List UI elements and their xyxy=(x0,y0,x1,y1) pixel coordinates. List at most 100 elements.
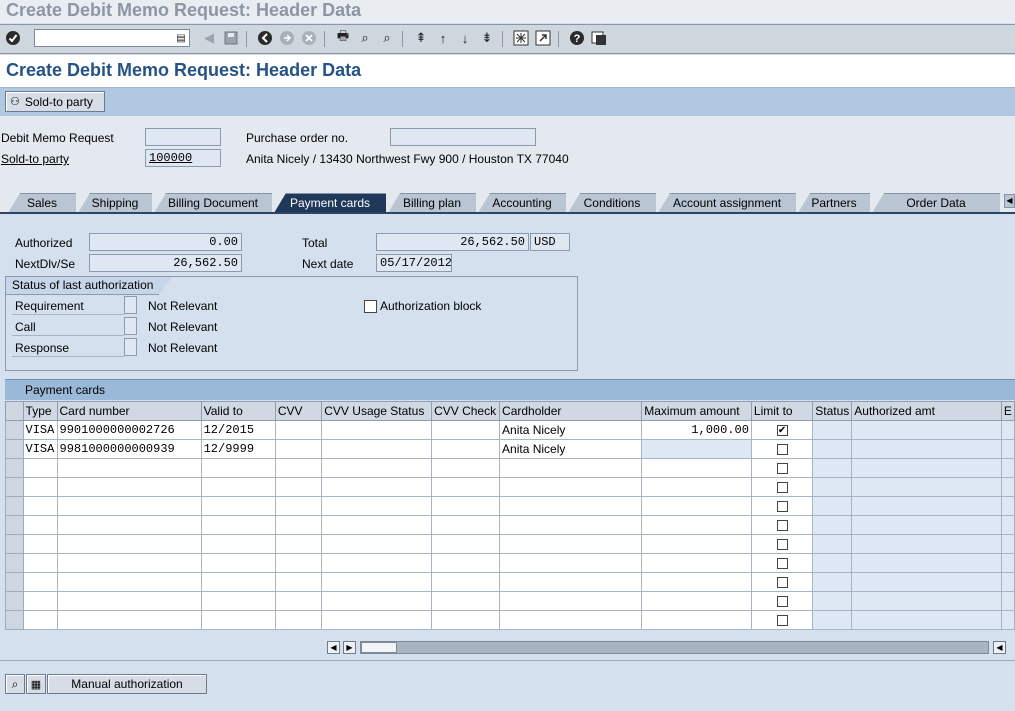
row-selector[interactable] xyxy=(5,420,24,440)
card-type-cell[interactable]: VISA xyxy=(22,439,58,459)
table-row[interactable]: VISA 9981000000000939 12/9999 Anita Nice… xyxy=(5,439,1015,459)
scroll-right-icon[interactable]: ▶ xyxy=(343,641,356,654)
empty-cell[interactable] xyxy=(641,534,752,554)
empty-cell[interactable] xyxy=(274,534,323,554)
create-session-icon[interactable] xyxy=(512,29,530,47)
empty-cell[interactable] xyxy=(431,534,501,554)
table-row-empty[interactable] xyxy=(5,458,1015,478)
row-selector[interactable] xyxy=(5,515,24,535)
tab-conditions[interactable]: Conditions xyxy=(568,193,656,213)
debit-memo-request-field[interactable] xyxy=(145,128,221,146)
column-header-valid-to[interactable]: Valid to xyxy=(200,401,276,421)
empty-cell[interactable] xyxy=(499,534,643,554)
limit-to-checkbox-checked[interactable]: ✔ xyxy=(776,425,788,437)
empty-cell[interactable] xyxy=(321,515,433,535)
limit-to-checkbox[interactable] xyxy=(776,520,788,532)
cvv-usage-status-cell[interactable] xyxy=(321,439,433,459)
find-next-icon[interactable]: ⌕ xyxy=(378,29,396,47)
limit-to-cell[interactable] xyxy=(750,458,814,478)
previous-page-icon[interactable]: ↑ xyxy=(434,29,452,47)
limit-to-checkbox[interactable] xyxy=(776,577,788,589)
limit-to-cell[interactable] xyxy=(750,553,814,573)
limit-to-cell[interactable] xyxy=(750,515,814,535)
row-selector[interactable] xyxy=(5,553,24,573)
sold-to-party-label[interactable]: Sold-to party xyxy=(1,152,69,166)
row-selector[interactable] xyxy=(5,496,24,516)
cvv-check-cell[interactable] xyxy=(431,420,501,440)
column-header-limit-to[interactable]: Limit to xyxy=(750,401,814,421)
card-number-cell[interactable]: 9981000000000939 xyxy=(56,439,202,459)
print-icon[interactable]: 🖶 xyxy=(334,28,352,47)
cancel-icon[interactable] xyxy=(300,29,318,47)
limit-to-checkbox[interactable] xyxy=(776,596,788,608)
column-header-authorized-amt[interactable]: Authorized amt xyxy=(851,401,1002,421)
empty-cell[interactable] xyxy=(274,477,323,497)
empty-cell[interactable] xyxy=(274,591,323,611)
limit-to-checkbox[interactable] xyxy=(776,558,788,570)
tab-payment-cards[interactable]: Payment cards xyxy=(274,193,386,213)
valid-to-cell[interactable]: 12/2015 xyxy=(200,420,276,440)
empty-cell[interactable] xyxy=(200,572,276,592)
empty-cell[interactable] xyxy=(499,591,643,611)
valid-to-cell[interactable]: 12/9999 xyxy=(200,439,276,459)
empty-cell[interactable] xyxy=(56,591,202,611)
empty-cell[interactable] xyxy=(200,610,276,630)
empty-cell[interactable] xyxy=(499,477,643,497)
table-row[interactable]: VISA 9901000000002726 12/2015 Anita Nice… xyxy=(5,420,1015,440)
empty-cell[interactable] xyxy=(321,477,433,497)
limit-to-cell[interactable]: ✔ xyxy=(750,420,814,440)
cvv-cell[interactable] xyxy=(274,420,323,440)
cvv-usage-status-cell[interactable] xyxy=(321,420,433,440)
row-selector[interactable] xyxy=(5,572,24,592)
empty-cell[interactable] xyxy=(431,477,501,497)
empty-cell[interactable] xyxy=(321,496,433,516)
empty-cell[interactable] xyxy=(56,572,202,592)
empty-cell[interactable] xyxy=(22,534,58,554)
limit-to-checkbox[interactable] xyxy=(776,539,788,551)
row-selector[interactable] xyxy=(5,477,24,497)
column-header-e[interactable]: E xyxy=(1000,401,1015,421)
empty-cell[interactable] xyxy=(274,553,323,573)
empty-cell[interactable] xyxy=(274,458,323,478)
limit-to-checkbox[interactable] xyxy=(776,501,788,513)
empty-cell[interactable] xyxy=(200,515,276,535)
back-arrow-icon[interactable] xyxy=(256,29,274,47)
tab-partners[interactable]: Partners xyxy=(798,193,870,213)
empty-cell[interactable] xyxy=(431,572,501,592)
tab-shipping[interactable]: Shipping xyxy=(78,193,152,213)
limit-to-cell[interactable] xyxy=(750,477,814,497)
column-header-cvv-check[interactable]: CVV Check xyxy=(431,401,501,421)
limit-to-checkbox[interactable] xyxy=(776,615,788,627)
empty-cell[interactable] xyxy=(499,496,643,516)
scroll-left-icon[interactable]: ◀ xyxy=(327,641,340,654)
empty-cell[interactable] xyxy=(274,572,323,592)
column-header-cvv[interactable]: CVV xyxy=(274,401,323,421)
empty-cell[interactable] xyxy=(499,458,643,478)
empty-cell[interactable] xyxy=(200,477,276,497)
limit-to-checkbox[interactable] xyxy=(776,463,788,475)
table-horizontal-scrollbar[interactable]: ◀ ▶ ◀ xyxy=(325,640,1015,656)
first-page-icon[interactable]: ⇞ xyxy=(412,29,430,47)
maximum-amount-cell[interactable]: 1,000.00 xyxy=(641,420,752,440)
empty-cell[interactable] xyxy=(499,515,643,535)
row-selector[interactable] xyxy=(5,439,24,459)
empty-cell[interactable] xyxy=(321,553,433,573)
tab-billing-plan[interactable]: Billing plan xyxy=(388,193,476,213)
empty-cell[interactable] xyxy=(22,496,58,516)
empty-cell[interactable] xyxy=(22,572,58,592)
empty-cell[interactable] xyxy=(431,458,501,478)
empty-cell[interactable] xyxy=(431,553,501,573)
last-page-icon[interactable]: ⇟ xyxy=(478,29,496,47)
column-header-maximum-amount[interactable]: Maximum amount xyxy=(641,401,752,421)
table-row-empty[interactable] xyxy=(5,591,1015,611)
column-header-cardholder[interactable]: Cardholder xyxy=(499,401,643,421)
empty-cell[interactable] xyxy=(274,515,323,535)
details-button[interactable]: ⌕ xyxy=(5,674,25,694)
empty-cell[interactable] xyxy=(321,458,433,478)
empty-cell[interactable] xyxy=(56,610,202,630)
back-icon[interactable]: ◀ xyxy=(200,29,218,47)
column-header-cvv-usage-status[interactable]: CVV Usage Status xyxy=(321,401,433,421)
empty-cell[interactable] xyxy=(56,515,202,535)
empty-cell[interactable] xyxy=(499,610,643,630)
table-row-empty[interactable] xyxy=(5,515,1015,535)
